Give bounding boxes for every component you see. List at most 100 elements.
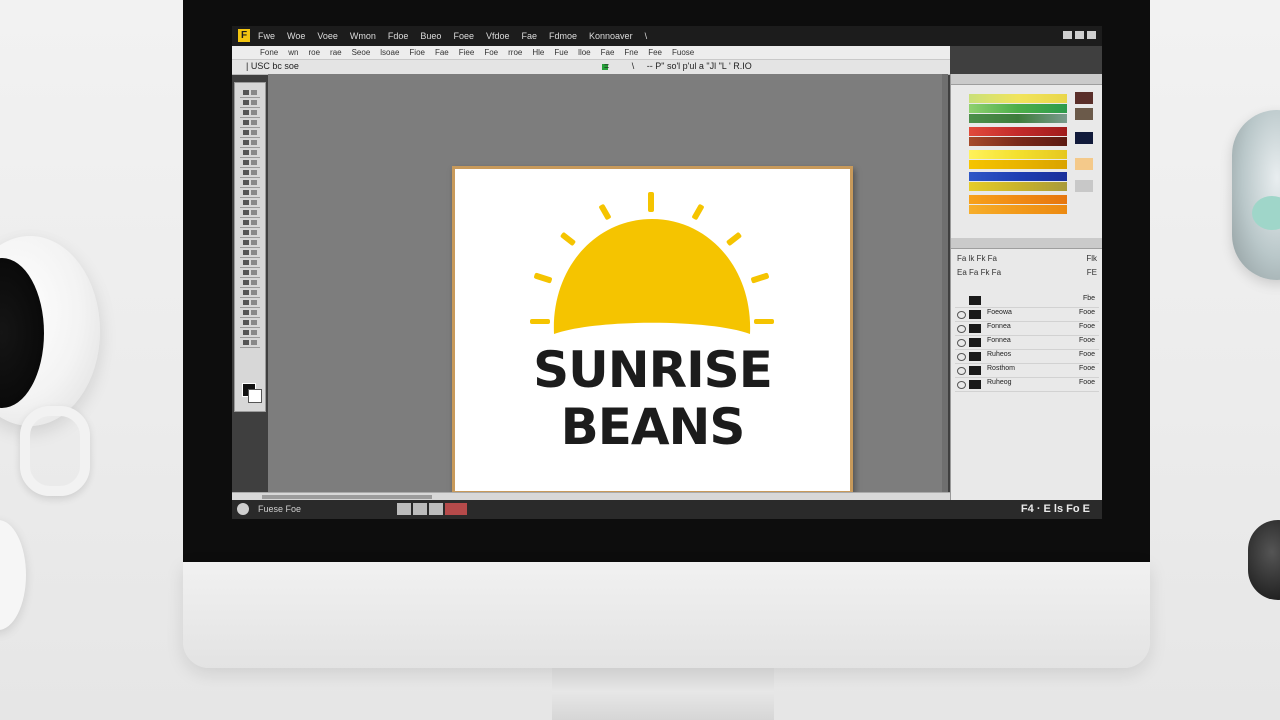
status-button[interactable]	[445, 503, 467, 515]
mini-swatch[interactable]	[1075, 92, 1093, 104]
option-item[interactable]: lsoae	[380, 46, 399, 59]
layer-row[interactable]: Foeowa Fooe	[955, 308, 1099, 322]
gradient-tool-icon[interactable]	[240, 199, 260, 208]
move-tool-icon[interactable]	[240, 89, 260, 98]
mini-swatch[interactable]	[1075, 108, 1093, 120]
ruler-tool-icon[interactable]	[240, 309, 260, 318]
close-icon[interactable]	[1087, 31, 1096, 39]
status-button[interactable]	[413, 503, 427, 515]
minimize-icon[interactable]	[1063, 31, 1072, 39]
option-item[interactable]: Fne	[624, 46, 638, 59]
menu-item[interactable]: Wmon	[350, 30, 376, 44]
swatches-panel-header[interactable]	[951, 74, 1102, 85]
option-item[interactable]: Seoe	[352, 46, 371, 59]
layer-row[interactable]: Fonnea Fooe	[955, 336, 1099, 350]
swatch-row[interactable]	[969, 150, 1067, 159]
option-item[interactable]: Fue	[554, 46, 568, 59]
menu-item[interactable]: Vfdoe	[486, 30, 510, 44]
document-artboard[interactable]: SUNRISE BEANS	[452, 166, 853, 494]
vertical-scrollbar[interactable]	[942, 74, 948, 492]
swatch-row[interactable]	[969, 137, 1067, 146]
swatch-row[interactable]	[969, 114, 1067, 123]
option-item[interactable]: lloe	[578, 46, 590, 59]
menu-item[interactable]: Bueo	[420, 30, 441, 44]
swatch-row[interactable]	[969, 104, 1067, 113]
menu-item[interactable]: \	[645, 30, 648, 44]
wand-tool-icon[interactable]	[240, 119, 260, 128]
rotate-tool-icon[interactable]	[240, 329, 260, 338]
app-logo-icon[interactable]: F	[238, 29, 250, 42]
visibility-eye-icon[interactable]	[957, 381, 966, 389]
brush-tool-icon[interactable]	[240, 159, 260, 168]
option-item[interactable]: Fae	[435, 46, 449, 59]
menu-item[interactable]: Foee	[453, 30, 474, 44]
marquee-tool-icon[interactable]	[240, 99, 260, 108]
type-tool-icon[interactable]	[240, 239, 260, 248]
option-item[interactable]: Foe	[484, 46, 498, 59]
background-color-swatch[interactable]	[248, 389, 262, 403]
swatch-row[interactable]	[969, 205, 1067, 214]
document-tab[interactable]: | USC bc soe	[246, 61, 299, 71]
option-item[interactable]: Fee	[648, 46, 662, 59]
crop-tool-icon[interactable]	[240, 129, 260, 138]
menu-item[interactable]: Woe	[287, 30, 305, 44]
stamp-tool-icon[interactable]	[240, 169, 260, 178]
lasso-tool-icon[interactable]	[240, 109, 260, 118]
menu-item[interactable]: Konnoaver	[589, 30, 633, 44]
option-item[interactable]: wn	[288, 46, 298, 59]
menu-item[interactable]: Fae	[522, 30, 538, 44]
count-tool-icon[interactable]	[240, 319, 260, 328]
menu-item[interactable]: Voee	[317, 30, 338, 44]
zoom-tool-icon[interactable]	[240, 279, 260, 288]
scrollbar-thumb[interactable]	[262, 495, 432, 499]
layer-row[interactable]: Fbe	[955, 294, 1099, 308]
layer-row[interactable]: Ruheog Fooe	[955, 378, 1099, 392]
visibility-eye-icon[interactable]	[957, 339, 966, 347]
mini-swatch[interactable]	[1075, 132, 1093, 144]
visibility-eye-icon[interactable]	[957, 325, 966, 333]
visibility-eye-icon[interactable]	[957, 353, 966, 361]
menu-item[interactable]: Fdmoe	[549, 30, 577, 44]
option-item[interactable]: Fiee	[459, 46, 475, 59]
note-tool-icon[interactable]	[240, 289, 260, 298]
properties-panel-header[interactable]	[951, 238, 1102, 249]
property-row[interactable]: Fa lk Fk Fa Flk	[957, 254, 1097, 264]
option-item[interactable]: Fone	[260, 46, 278, 59]
swatch-row[interactable]	[969, 160, 1067, 169]
option-item[interactable]: Fae	[601, 46, 615, 59]
status-circle-icon[interactable]	[237, 503, 249, 515]
layer-row[interactable]: Rosthom Fooe	[955, 364, 1099, 378]
maximize-icon[interactable]	[1075, 31, 1084, 39]
option-item[interactable]: rroe	[508, 46, 522, 59]
hand-tool-icon[interactable]	[240, 269, 260, 278]
layer-row[interactable]: Ruheos Fooe	[955, 350, 1099, 364]
swatch-row[interactable]	[969, 195, 1067, 204]
visibility-eye-icon[interactable]	[957, 311, 966, 319]
dodge-tool-icon[interactable]	[240, 219, 260, 228]
option-item[interactable]: roe	[308, 46, 320, 59]
property-row[interactable]: Ea Fa Fk Fa FE	[957, 268, 1097, 278]
mini-swatch[interactable]	[1075, 158, 1093, 170]
healing-tool-icon[interactable]	[240, 149, 260, 158]
slice-tool-icon[interactable]	[240, 299, 260, 308]
visibility-eye-icon[interactable]	[957, 367, 966, 375]
swatch-row[interactable]	[969, 94, 1067, 103]
option-item[interactable]: Fuose	[672, 46, 694, 59]
swatch-row[interactable]	[969, 127, 1067, 136]
option-item[interactable]: Fioe	[409, 46, 425, 59]
mini-swatch[interactable]	[1075, 180, 1093, 192]
mask-tool-icon[interactable]	[240, 339, 260, 348]
canvas-workspace[interactable]: SUNRISE BEANS	[268, 74, 948, 494]
path-select-tool-icon[interactable]	[240, 249, 260, 258]
eyedropper-tool-icon[interactable]	[240, 139, 260, 148]
option-item[interactable]: rae	[330, 46, 342, 59]
swatch-row[interactable]	[969, 182, 1067, 191]
status-button[interactable]	[429, 503, 443, 515]
menu-item[interactable]: Fwe	[258, 30, 275, 44]
status-button[interactable]	[397, 503, 411, 515]
menu-item[interactable]: Fdoe	[388, 30, 409, 44]
pen-tool-icon[interactable]	[240, 229, 260, 238]
eraser-tool-icon[interactable]	[240, 189, 260, 198]
shape-tool-icon[interactable]	[240, 259, 260, 268]
layer-row[interactable]: Fonnea Fooe	[955, 322, 1099, 336]
